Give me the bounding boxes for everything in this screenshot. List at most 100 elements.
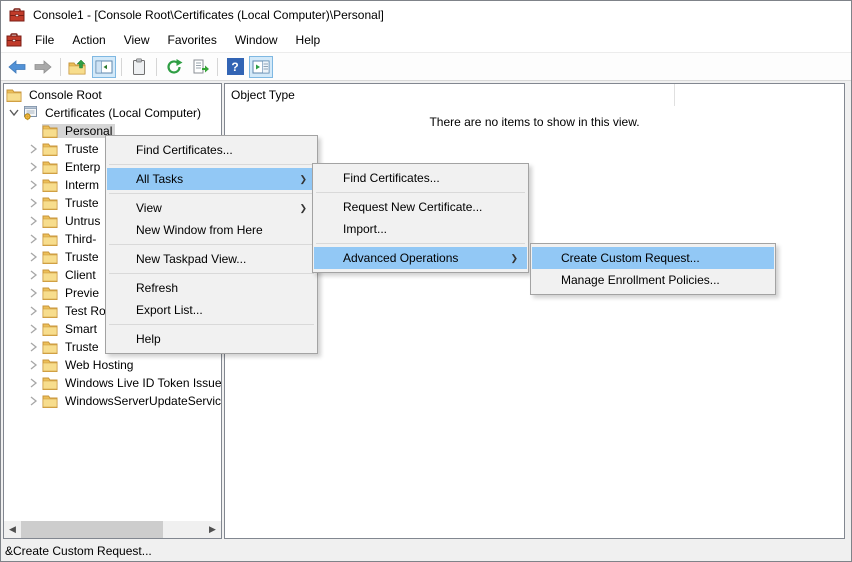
- tree-item-label: Console Root: [26, 88, 105, 102]
- menu-item-all-tasks[interactable]: All Tasks❯: [107, 168, 316, 190]
- tree-item-label: Windows Live ID Token Issue: [62, 376, 222, 390]
- context-menu: Find Certificates... All Tasks❯ View❯ Ne…: [105, 135, 318, 354]
- collapsed-chevron-icon[interactable]: [26, 360, 42, 370]
- menu-item-label: Import...: [343, 222, 387, 236]
- collapsed-chevron-icon[interactable]: [26, 198, 42, 208]
- menu-help[interactable]: Help: [287, 30, 330, 50]
- collapsed-chevron-icon[interactable]: [26, 288, 42, 298]
- refresh-button[interactable]: [162, 56, 186, 78]
- collapsed-chevron-icon[interactable]: [26, 378, 42, 388]
- collapsed-chevron-icon[interactable]: [26, 234, 42, 244]
- tree-item-label: Smart: [62, 322, 100, 336]
- folder-up-icon: [68, 59, 88, 75]
- mmc-window: Console1 - [Console Root\Certificates (L…: [0, 0, 852, 562]
- menu-view[interactable]: View: [115, 30, 159, 50]
- folder-icon: [6, 88, 26, 102]
- tree-item-label: Previe: [62, 286, 102, 300]
- action-pane-icon: [252, 59, 270, 75]
- folder-icon: [42, 232, 62, 246]
- menu-item-advanced-operations[interactable]: Advanced Operations❯: [314, 247, 527, 269]
- menu-item-find-certificates[interactable]: Find Certificates...: [107, 139, 316, 161]
- folder-icon: [42, 376, 62, 390]
- status-text: &Create Custom Request...: [5, 544, 152, 558]
- folder-icon: [42, 196, 62, 210]
- console-tree-icon: [95, 59, 113, 75]
- tree-item-certificates-local-computer[interactable]: Certificates (Local Computer): [6, 104, 221, 122]
- scroll-right-arrow-icon[interactable]: ▶: [204, 521, 221, 538]
- forward-arrow-icon: [33, 58, 53, 76]
- column-header-label: Object Type: [231, 88, 295, 102]
- advanced-operations-submenu: Create Custom Request... Manage Enrollme…: [530, 243, 776, 295]
- up-one-level-button[interactable]: [66, 56, 90, 78]
- clipboard-button[interactable]: [127, 56, 151, 78]
- submenu-arrow-icon: ❯: [299, 168, 307, 190]
- tree-item-wsus[interactable]: WindowsServerUpdateServic: [26, 392, 221, 410]
- menu-item-label: Find Certificates...: [136, 143, 233, 157]
- expanded-chevron-icon[interactable]: [6, 109, 22, 117]
- folder-icon: [42, 358, 62, 372]
- menu-item-find-certificates[interactable]: Find Certificates...: [314, 167, 527, 189]
- menu-item-refresh[interactable]: Refresh: [107, 277, 316, 299]
- menu-separator: [109, 273, 314, 274]
- collapsed-chevron-icon[interactable]: [26, 216, 42, 226]
- tree-item-label: Web Hosting: [62, 358, 136, 372]
- menu-item-label: Export List...: [136, 303, 203, 317]
- child-window-icon: [6, 32, 22, 48]
- collapsed-chevron-icon[interactable]: [26, 180, 42, 190]
- help-icon: ?: [227, 58, 244, 75]
- menu-item-help[interactable]: Help: [107, 328, 316, 350]
- tree-item-label: Client: [62, 268, 99, 282]
- list-column-header[interactable]: Object Type: [225, 84, 844, 106]
- tree-item-label: Untrus: [62, 214, 103, 228]
- collapsed-chevron-icon[interactable]: [26, 270, 42, 280]
- collapsed-chevron-icon[interactable]: [26, 144, 42, 154]
- collapsed-chevron-icon[interactable]: [26, 306, 42, 316]
- collapsed-chevron-icon[interactable]: [26, 342, 42, 352]
- folder-icon: [42, 124, 62, 138]
- menu-separator: [109, 193, 314, 194]
- menu-favorites[interactable]: Favorites: [159, 30, 226, 50]
- collapsed-chevron-icon[interactable]: [26, 252, 42, 262]
- collapsed-chevron-icon[interactable]: [26, 162, 42, 172]
- tree-item-label: Truste: [62, 250, 102, 264]
- folder-icon: [42, 214, 62, 228]
- collapsed-chevron-icon[interactable]: [26, 396, 42, 406]
- folder-icon: [42, 394, 62, 408]
- window-title: Console1 - [Console Root\Certificates (L…: [33, 8, 384, 22]
- menu-item-manage-enrollment-policies[interactable]: Manage Enrollment Policies...: [532, 269, 774, 291]
- menu-item-export-list[interactable]: Export List...: [107, 299, 316, 321]
- forward-button[interactable]: [31, 56, 55, 78]
- toolbar-separator: [60, 58, 61, 76]
- menu-item-label: Request New Certificate...: [343, 200, 482, 214]
- menu-item-label: Find Certificates...: [343, 171, 440, 185]
- show-action-pane-button[interactable]: [249, 56, 273, 78]
- tree-item-windows-live-id[interactable]: Windows Live ID Token Issue: [26, 374, 221, 392]
- show-console-tree-button[interactable]: [92, 56, 116, 78]
- empty-view-message: There are no items to show in this view.: [225, 115, 844, 129]
- back-button[interactable]: [5, 56, 29, 78]
- scrollbar-thumb[interactable]: [21, 521, 163, 538]
- menu-item-request-new-certificate[interactable]: Request New Certificate...: [314, 196, 527, 218]
- menu-file[interactable]: File: [26, 30, 63, 50]
- menu-action[interactable]: Action: [63, 30, 114, 50]
- menu-item-view[interactable]: View❯: [107, 197, 316, 219]
- tree-item-console-root[interactable]: Console Root: [6, 86, 221, 104]
- folder-icon: [42, 250, 62, 264]
- help-button[interactable]: ?: [223, 56, 247, 78]
- scroll-left-arrow-icon[interactable]: ◀: [4, 521, 21, 538]
- menu-item-label: View: [136, 201, 162, 215]
- column-divider[interactable]: [674, 84, 675, 106]
- app-toolbox-icon: [9, 7, 25, 23]
- menu-item-new-taskpad-view[interactable]: New Taskpad View...: [107, 248, 316, 270]
- menu-item-import[interactable]: Import...: [314, 218, 527, 240]
- tree-item-web-hosting[interactable]: Web Hosting: [26, 356, 221, 374]
- toolbar-separator: [121, 58, 122, 76]
- menu-item-new-window-from-here[interactable]: New Window from Here: [107, 219, 316, 241]
- menu-item-create-custom-request[interactable]: Create Custom Request...: [532, 247, 774, 269]
- tree-item-label: Certificates (Local Computer): [42, 106, 204, 120]
- collapsed-chevron-icon[interactable]: [26, 324, 42, 334]
- export-list-button[interactable]: [188, 56, 212, 78]
- tree-horizontal-scrollbar[interactable]: ◀ ▶: [4, 521, 221, 538]
- menu-window[interactable]: Window: [226, 30, 287, 50]
- tree-item-label: Truste: [62, 196, 102, 210]
